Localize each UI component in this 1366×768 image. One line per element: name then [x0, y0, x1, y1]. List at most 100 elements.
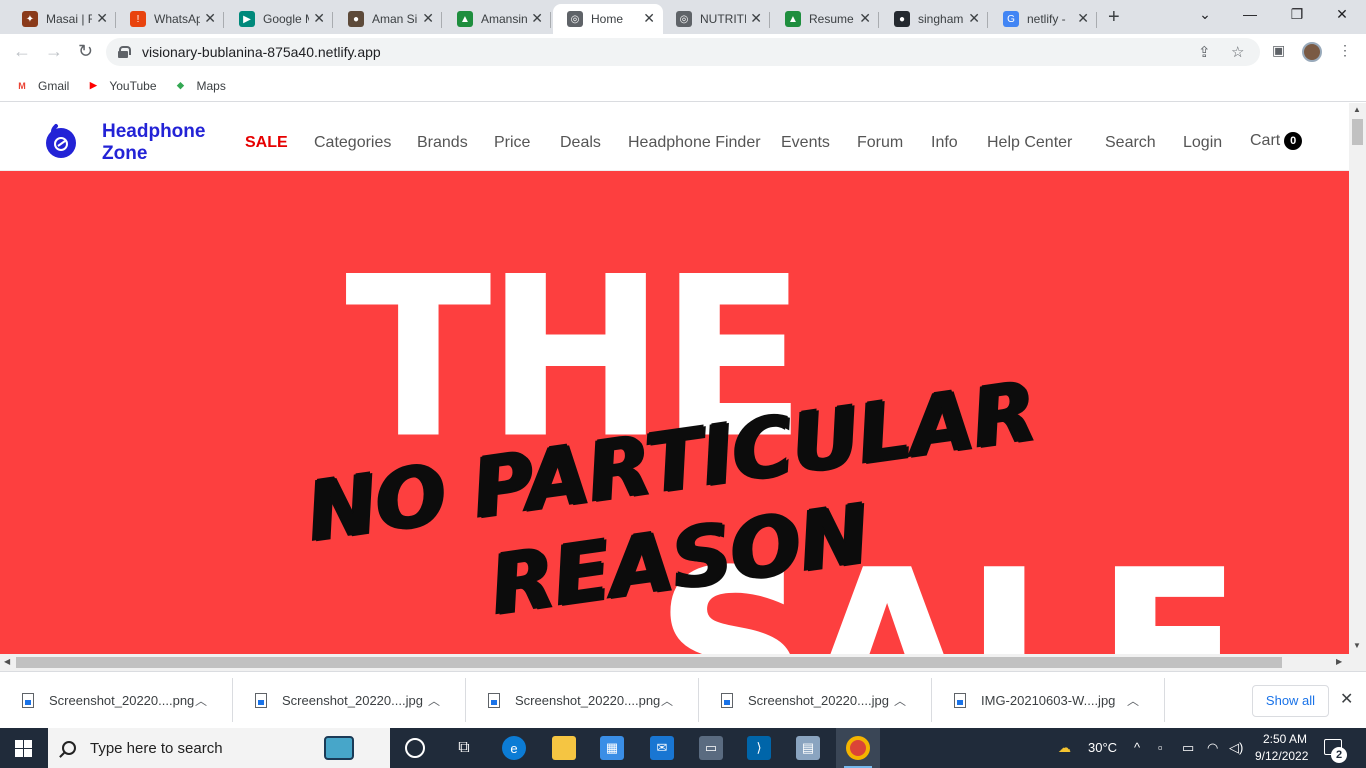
edge-browser-icon[interactable]: e — [502, 736, 526, 760]
nav-deals[interactable]: Deals — [560, 134, 601, 152]
back-button[interactable]: ← — [13, 41, 31, 62]
tab-search-chevron-icon[interactable]: ⌄ — [1195, 6, 1215, 23]
nav-forum[interactable]: Forum — [857, 134, 903, 152]
browser-tab[interactable]: ▶ Google M ✕ — [225, 4, 333, 34]
hero-banner[interactable]: THE SALE NO PARTICULAR REASON — [0, 171, 1349, 654]
new-tab-button[interactable]: + — [1108, 6, 1120, 29]
close-window-button[interactable]: ✕ — [1332, 6, 1352, 23]
scroll-down-arrow-icon[interactable]: ▼ — [1353, 641, 1361, 650]
browser-tab[interactable]: ! WhatsAp ✕ — [116, 4, 224, 34]
windows-start-icon[interactable] — [15, 740, 32, 757]
close-tab-icon[interactable]: ✕ — [422, 10, 434, 27]
download-item[interactable]: Screenshot_20220....jpg ︿ — [699, 672, 932, 729]
nav-sale[interactable]: SALE — [245, 134, 288, 152]
download-options-chevron-icon[interactable]: ︿ — [428, 692, 440, 709]
headphone-zone-logo-icon[interactable] — [42, 122, 80, 160]
address-bar[interactable]: visionary-bublanina-875a40.netlify.app ⇪… — [106, 38, 1260, 66]
task-view-icon[interactable]: ⧉ — [452, 736, 476, 760]
close-tab-icon[interactable]: ✕ — [750, 10, 762, 27]
chrome-taskbar-item[interactable] — [836, 728, 880, 768]
tab-title: Aman Si — [372, 12, 418, 26]
browser-tab[interactable]: ● Aman Si ✕ — [334, 4, 442, 34]
search-highlight-icon[interactable] — [324, 736, 354, 760]
nav-cart[interactable]: Cart 0 — [1250, 132, 1303, 150]
browser-tab[interactable]: ◎ NUTRITI ✕ — [662, 4, 770, 34]
nav-brands[interactable]: Brands — [417, 134, 468, 152]
weather-temperature[interactable]: 30°C — [1088, 740, 1117, 755]
nav-login[interactable]: Login — [1183, 134, 1222, 152]
close-tab-icon[interactable]: ✕ — [531, 10, 543, 27]
nav-events[interactable]: Events — [781, 134, 830, 152]
nav-categories[interactable]: Categories — [314, 134, 391, 152]
close-tab-icon[interactable]: ✕ — [859, 10, 871, 27]
download-options-chevron-icon[interactable]: ︿ — [894, 692, 906, 709]
bookmark-item[interactable]: ◆ Maps — [173, 79, 226, 93]
nav-headphone-finder[interactable]: Headphone Finder — [628, 134, 761, 152]
share-icon[interactable]: ⇪ — [1198, 43, 1211, 61]
file-explorer-icon[interactable] — [552, 736, 576, 760]
vscode-icon[interactable]: ⟩ — [747, 736, 771, 760]
bookmark-star-icon[interactable]: ☆ — [1231, 43, 1244, 61]
reload-button[interactable]: ↻ — [78, 41, 93, 62]
download-item[interactable]: Screenshot_20220....png ︿ — [466, 672, 699, 729]
url-text[interactable]: visionary-bublanina-875a40.netlify.app — [142, 44, 381, 60]
close-tab-icon[interactable]: ✕ — [1077, 10, 1089, 27]
meet-now-icon[interactable]: ▫ — [1158, 740, 1163, 755]
nav-help-center[interactable]: Help Center — [987, 134, 1072, 152]
download-options-chevron-icon[interactable]: ︿ — [1127, 692, 1139, 709]
horizontal-scroll-thumb[interactable] — [16, 657, 1282, 668]
google-maps-icon: ◆ — [177, 80, 184, 90]
mail-icon[interactable]: ✉ — [650, 736, 674, 760]
browser-tab[interactable]: ▲ Resume ✕ — [771, 4, 879, 34]
cortana-icon[interactable] — [405, 738, 425, 758]
side-panel-icon[interactable]: ▣ — [1272, 42, 1285, 59]
download-item[interactable]: Screenshot_20220....jpg ︿ — [233, 672, 466, 729]
weather-icon[interactable]: ☁ — [1058, 740, 1071, 756]
download-item[interactable]: IMG-20210603-W....jpg ︿ — [932, 672, 1165, 729]
menu-kebab-icon[interactable]: ⋮ — [1338, 42, 1352, 59]
tab-title: Google M — [263, 12, 309, 26]
browser-tab[interactable]: ● singham ✕ — [880, 4, 988, 34]
close-downloads-bar-icon[interactable]: ✕ — [1340, 689, 1353, 709]
browser-tab[interactable]: Gnetlify - ✕ — [989, 4, 1097, 34]
download-options-chevron-icon[interactable]: ︿ — [195, 692, 207, 709]
bookmark-item[interactable]: M Gmail — [14, 79, 69, 93]
close-tab-icon[interactable]: ✕ — [96, 10, 108, 27]
close-tab-icon[interactable]: ✕ — [313, 10, 325, 27]
horizontal-scrollbar[interactable]: ◀ ▶ — [0, 654, 1366, 671]
browser-tab[interactable]: ▲ Amansin ✕ — [443, 4, 551, 34]
scroll-left-arrow-icon[interactable]: ◀ — [4, 657, 10, 666]
laptop-app-icon[interactable]: ▭ — [699, 736, 723, 760]
tray-overflow-chevron-icon[interactable]: ^ — [1134, 740, 1140, 755]
show-all-downloads-button[interactable]: Show all — [1252, 685, 1329, 717]
download-item[interactable]: Screenshot_20220....png ︿ — [0, 672, 233, 729]
download-options-chevron-icon[interactable]: ︿ — [661, 692, 673, 709]
bookmark-label: Maps — [196, 78, 226, 93]
nav-search[interactable]: Search — [1105, 134, 1156, 152]
scroll-right-arrow-icon[interactable]: ▶ — [1336, 657, 1342, 666]
vertical-scroll-thumb[interactable] — [1352, 119, 1363, 145]
bookmark-item[interactable]: ▶ YouTube — [85, 79, 157, 93]
nav-info[interactable]: Info — [931, 134, 958, 152]
browser-tab[interactable]: ◎ Home ✕ — [553, 4, 663, 34]
close-tab-icon[interactable]: ✕ — [204, 10, 216, 27]
remote-desktop-icon[interactable]: ▤ — [796, 736, 820, 760]
forward-button[interactable]: → — [45, 41, 63, 62]
close-tab-icon[interactable]: ✕ — [968, 10, 980, 27]
profile-avatar[interactable] — [1302, 42, 1322, 62]
wifi-icon[interactable]: ◠ — [1207, 740, 1218, 756]
maximize-button[interactable]: ❐ — [1287, 6, 1307, 23]
close-tab-icon[interactable]: ✕ — [643, 10, 655, 27]
brand-name[interactable]: Headphone Zone — [102, 121, 212, 165]
volume-icon[interactable]: ◁) — [1229, 740, 1243, 756]
lock-icon[interactable] — [118, 46, 131, 58]
vertical-scrollbar[interactable]: ▲ ▼ — [1349, 103, 1366, 654]
clock[interactable]: 2:50 AM 9/12/2022 — [1255, 731, 1308, 765]
microsoft-store-icon[interactable]: ▦ — [600, 736, 624, 760]
scroll-up-arrow-icon[interactable]: ▲ — [1353, 105, 1361, 114]
taskbar-search-box[interactable]: Type here to search — [48, 728, 390, 768]
minimize-button[interactable]: — — [1240, 6, 1260, 22]
browser-tab[interactable]: ✦ Masai | F ✕ — [8, 4, 116, 34]
battery-icon[interactable]: ▭ — [1182, 740, 1194, 756]
nav-price[interactable]: Price — [494, 134, 530, 152]
